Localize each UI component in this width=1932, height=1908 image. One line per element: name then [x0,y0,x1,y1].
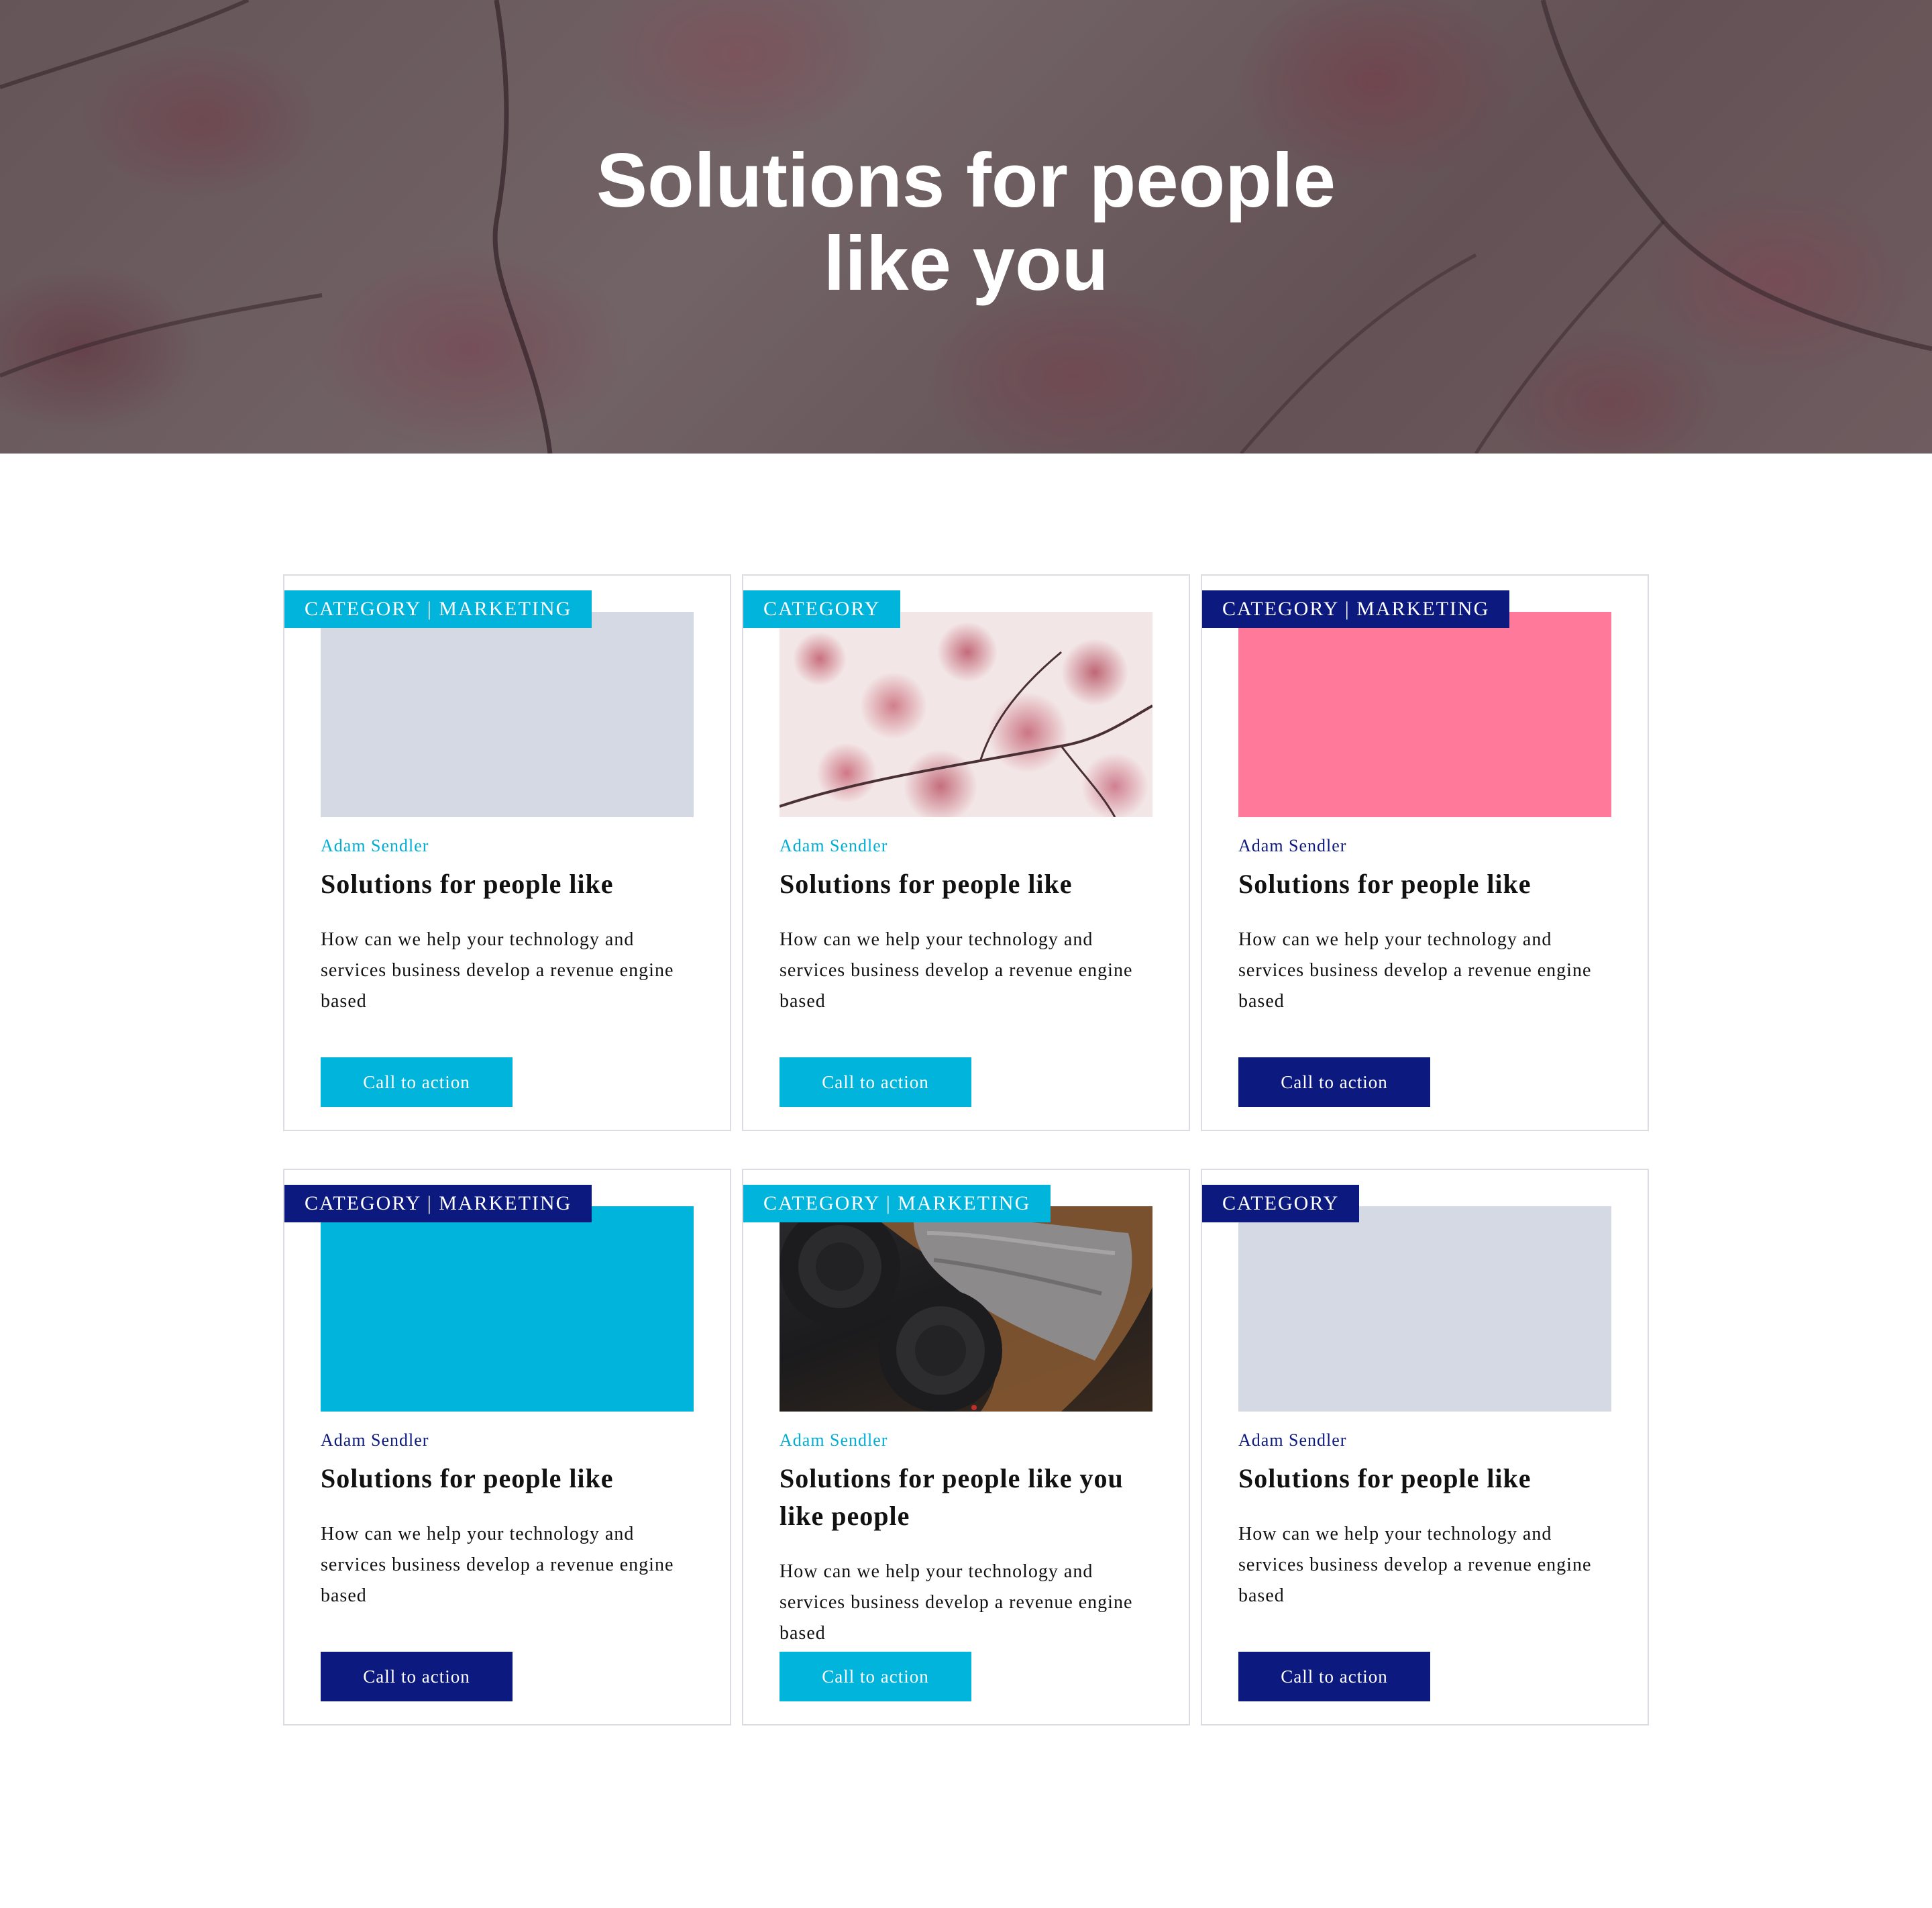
card-title[interactable]: Solutions for people like [1238,1460,1614,1497]
card-author[interactable]: Adam Sendler [1238,836,1346,856]
hero-title: Solutions for people like you [596,138,1336,307]
call-to-action-button[interactable]: Call to action [780,1057,971,1107]
card-author[interactable]: Adam Sendler [321,1430,429,1450]
card-description: How can we help your technology and serv… [1238,929,1592,1012]
call-to-action-button[interactable]: Call to action [321,1057,513,1107]
card-image-placeholder [1238,612,1611,817]
hero-banner: Solutions for people like you [0,0,1932,454]
call-to-action-button[interactable]: Call to action [1238,1057,1430,1107]
card-title[interactable]: Solutions for people like [321,1460,696,1497]
card-title[interactable]: Solutions for people like [1238,865,1614,903]
call-to-action-button[interactable]: Call to action [321,1652,513,1701]
cherry-blossom-image [780,612,1152,817]
content-card: CATEGORY | MARKETING Adam Sendler Soluti… [742,1169,1190,1726]
content-card: CATEGORY | MARKETING Adam Sendler Soluti… [283,1169,731,1726]
card-title[interactable]: Solutions for people like [780,865,1155,903]
category-tag[interactable]: CATEGORY | MARKETING [743,1185,1051,1222]
card-author[interactable]: Adam Sendler [1238,1430,1346,1450]
category-tag[interactable]: CATEGORY [743,590,901,628]
card-description: How can we help your technology and serv… [321,1524,674,1606]
card-description: How can we help your technology and serv… [1238,1524,1592,1606]
content-card: CATEGORY Adam Sendler Solutions for peop… [742,574,1190,1131]
card-image-placeholder [321,612,694,817]
call-to-action-button[interactable]: Call to action [1238,1652,1430,1701]
card-image-placeholder [1238,1206,1611,1412]
content-card: CATEGORY | MARKETING Adam Sendler Soluti… [1201,574,1649,1131]
branch-lines [780,651,1152,817]
card-description: How can we help your technology and serv… [321,929,674,1012]
card-image-placeholder [321,1206,694,1412]
lens-caps [780,1206,1152,1412]
camera-lenses-image [780,1206,1152,1412]
category-tag[interactable]: CATEGORY | MARKETING [284,1185,592,1222]
card-title[interactable]: Solutions for people like you like peopl… [780,1460,1155,1535]
call-to-action-button[interactable]: Call to action [780,1652,971,1701]
content-card: CATEGORY Adam Sendler Solutions for peop… [1201,1169,1649,1726]
category-tag[interactable]: CATEGORY | MARKETING [1202,590,1510,628]
card-author[interactable]: Adam Sendler [780,836,888,856]
card-description: How can we help your technology and serv… [780,1561,1133,1644]
content-card: CATEGORY | MARKETING Adam Sendler Soluti… [283,574,731,1131]
category-tag[interactable]: CATEGORY | MARKETING [284,590,592,628]
category-tag[interactable]: CATEGORY [1202,1185,1360,1222]
card-author[interactable]: Adam Sendler [780,1430,888,1450]
card-grid: CATEGORY | MARKETING Adam Sendler Soluti… [283,574,1649,1726]
card-description: How can we help your technology and serv… [780,929,1133,1012]
card-title[interactable]: Solutions for people like [321,865,696,903]
card-author[interactable]: Adam Sendler [321,836,429,856]
